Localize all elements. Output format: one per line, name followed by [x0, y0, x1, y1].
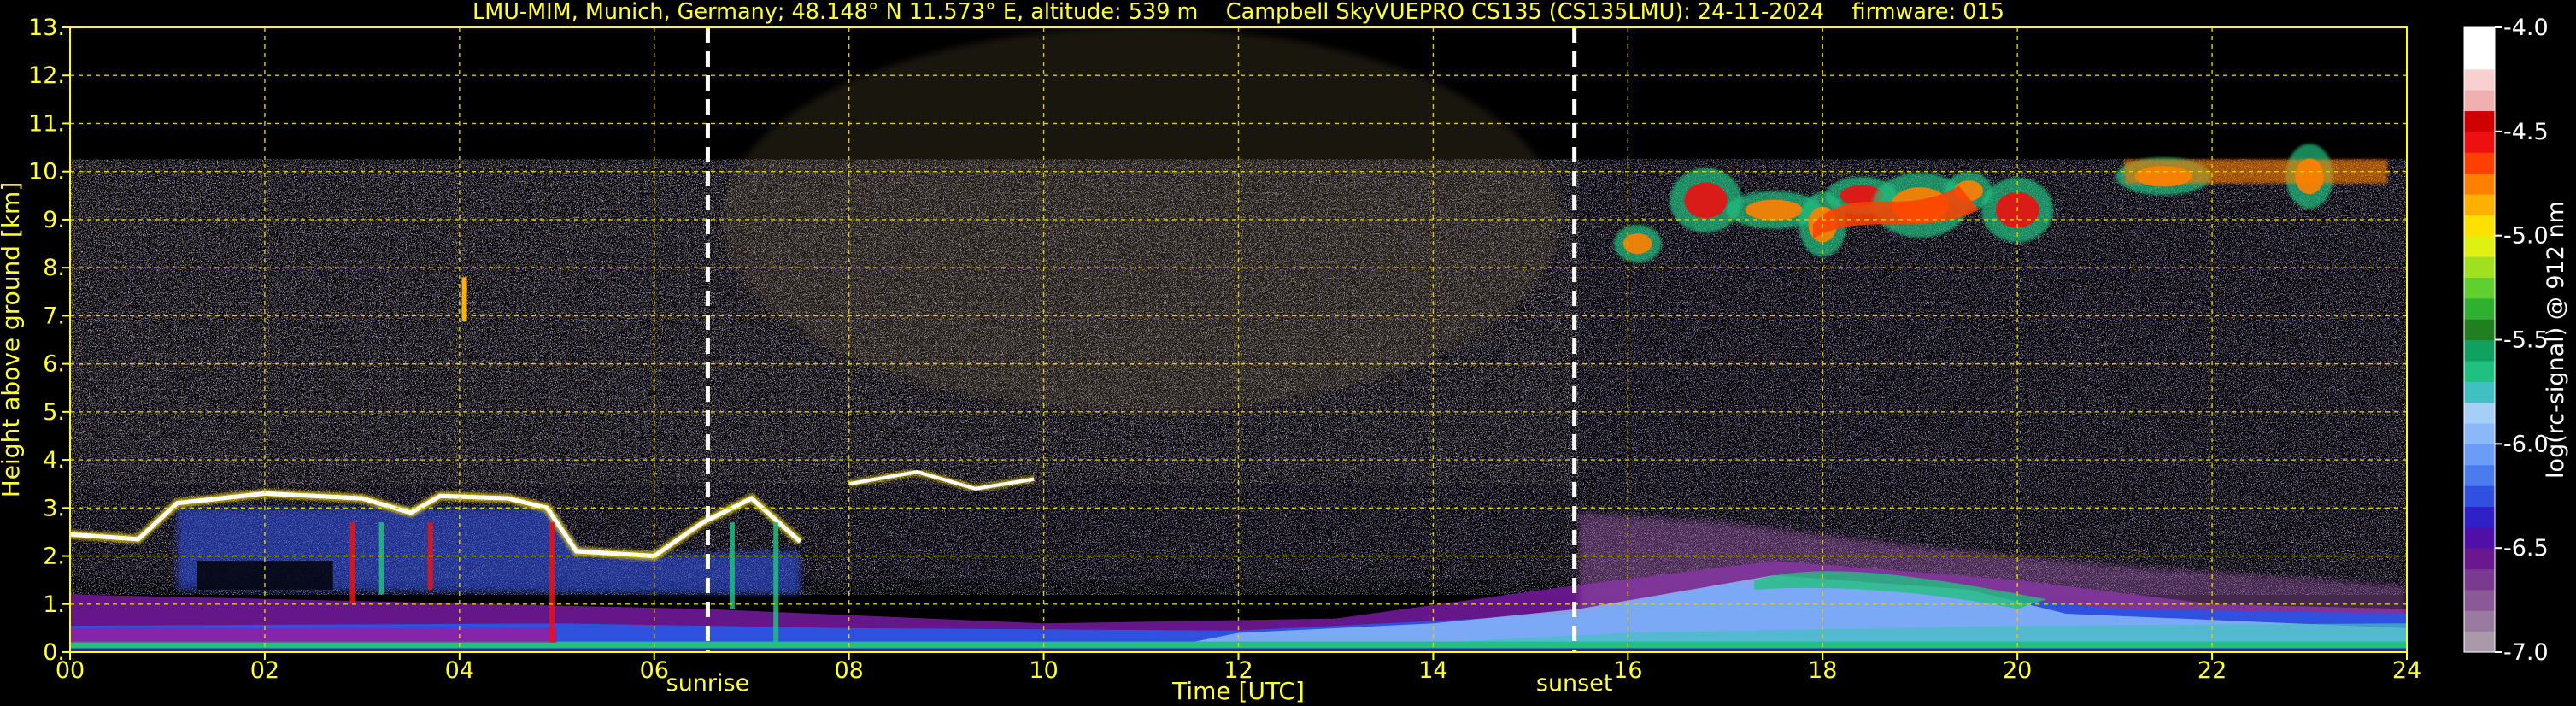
colorbar-swatch-0 [2464, 631, 2495, 653]
y-tick-label-5: 5. [43, 399, 65, 426]
colorbar-swatch-12 [2464, 381, 2495, 403]
x-tick-label-4: 08 [834, 657, 863, 684]
colorbar-swatch-3 [2464, 568, 2495, 591]
colorbar-swatch-13 [2464, 360, 2495, 382]
colorbar-label: log(rc-signal) @ 912 nm [2543, 201, 2569, 479]
x-tick-label-7: 14 [1418, 657, 1447, 684]
fallstreak-1 [378, 522, 384, 595]
x-tick-label-8: 16 [1613, 657, 1642, 684]
colorbar-swatch-17 [2464, 277, 2495, 299]
colorbar-tick-label-6: -7.0 [2503, 639, 2549, 666]
colorbar-tick-label-2: -5.0 [2503, 223, 2549, 250]
colorbar-swatch-8 [2464, 464, 2495, 486]
colorbar-swatch-28 [2464, 48, 2495, 70]
y-tick-label-0: 0. [43, 639, 65, 666]
colorbar-tick-label-3: -5.5 [2503, 327, 2549, 354]
colorbar-swatch-21 [2464, 193, 2495, 215]
colorbar-swatch-14 [2464, 339, 2495, 362]
colorbar-swatch-22 [2464, 173, 2495, 195]
high-cloud-core-2 [1745, 199, 1803, 221]
colorbar-swatch-19 [2464, 235, 2495, 257]
y-tick-label-7: 7. [43, 303, 65, 329]
x-tick-label-5: 10 [1029, 657, 1058, 684]
y-tick-label-6: 6. [43, 351, 65, 378]
x-tick-label-10: 20 [2003, 657, 2032, 684]
colorbar-swatch-23 [2464, 152, 2495, 174]
y-tick-label-12: 12. [28, 62, 65, 89]
ceilometer-chart: LMU-MIM, Munich, Germany; 48.148° N 11.5… [0, 0, 2569, 705]
y-tick-label-13: 13. [28, 15, 65, 41]
colorbar-swatch-2 [2464, 589, 2495, 611]
y-tick-label-1: 1. [43, 591, 65, 618]
x-tick-label-2: 04 [445, 657, 474, 684]
y-tick-label-2: 2. [43, 544, 65, 570]
colorbar-swatch-20 [2464, 215, 2495, 237]
y-tick-label-9: 9. [43, 207, 65, 233]
y-tick-label-10: 10. [28, 159, 65, 185]
y-tick-label-3: 3. [43, 495, 65, 521]
high-cloud-core-1 [1684, 182, 1728, 219]
morning-magenta-band [70, 627, 557, 643]
colorbar-swatch-16 [2464, 297, 2495, 320]
colorbar-tick-label-4: -6.0 [2503, 431, 2549, 457]
colorbar-swatch-18 [2464, 256, 2495, 278]
colorbar-tick-label-1: -4.5 [2503, 119, 2549, 145]
fallstreak-3 [773, 522, 779, 643]
sunrise-label: sunrise [666, 670, 750, 697]
isolated-echo-7km [461, 277, 467, 321]
y-tick-label-11: 11. [28, 110, 65, 137]
chart-title: LMU-MIM, Munich, Germany; 48.148° N 11.5… [472, 0, 2004, 25]
colorbar-tick-label-5: -6.5 [2503, 535, 2549, 562]
fallstreak-5 [729, 522, 735, 609]
colorbar-swatch-26 [2464, 90, 2495, 112]
sunset-label: sunset [1536, 670, 1613, 697]
colorbar-tick-label-0: -4.0 [2503, 15, 2549, 41]
colorbar-swatch-15 [2464, 319, 2495, 341]
y-tick-label-8: 8. [43, 255, 65, 281]
colorbar-swatch-1 [2464, 610, 2495, 632]
colorbar-swatch-9 [2464, 444, 2495, 466]
colorbar-swatch-24 [2464, 131, 2495, 153]
colorbar-swatch-25 [2464, 110, 2495, 132]
x-tick-label-11: 22 [2198, 657, 2227, 684]
fallstreak-2 [549, 522, 555, 643]
colorbar-swatch-4 [2464, 548, 2495, 570]
x-axis-label: Time [UTC] [1171, 677, 1305, 705]
fallstreak-0 [349, 522, 355, 604]
colorbar-swatch-27 [2464, 68, 2495, 91]
x-tick-label-1: 02 [250, 657, 279, 684]
colorbar-swatch-10 [2464, 422, 2495, 444]
colorbar-swatch-5 [2464, 527, 2495, 549]
x-tick-label-9: 18 [1808, 657, 1837, 684]
colorbar-swatch-6 [2464, 506, 2495, 528]
y-axis-label: Height above ground [km] [0, 182, 25, 498]
y-tick-label-4: 4. [43, 447, 65, 474]
colorbar-swatch-11 [2464, 402, 2495, 424]
x-tick-label-3: 06 [640, 657, 669, 684]
colorbar-swatch-29 [2464, 27, 2495, 49]
x-tick-label-12: 24 [2392, 657, 2421, 684]
colorbar-swatch-7 [2464, 485, 2495, 508]
